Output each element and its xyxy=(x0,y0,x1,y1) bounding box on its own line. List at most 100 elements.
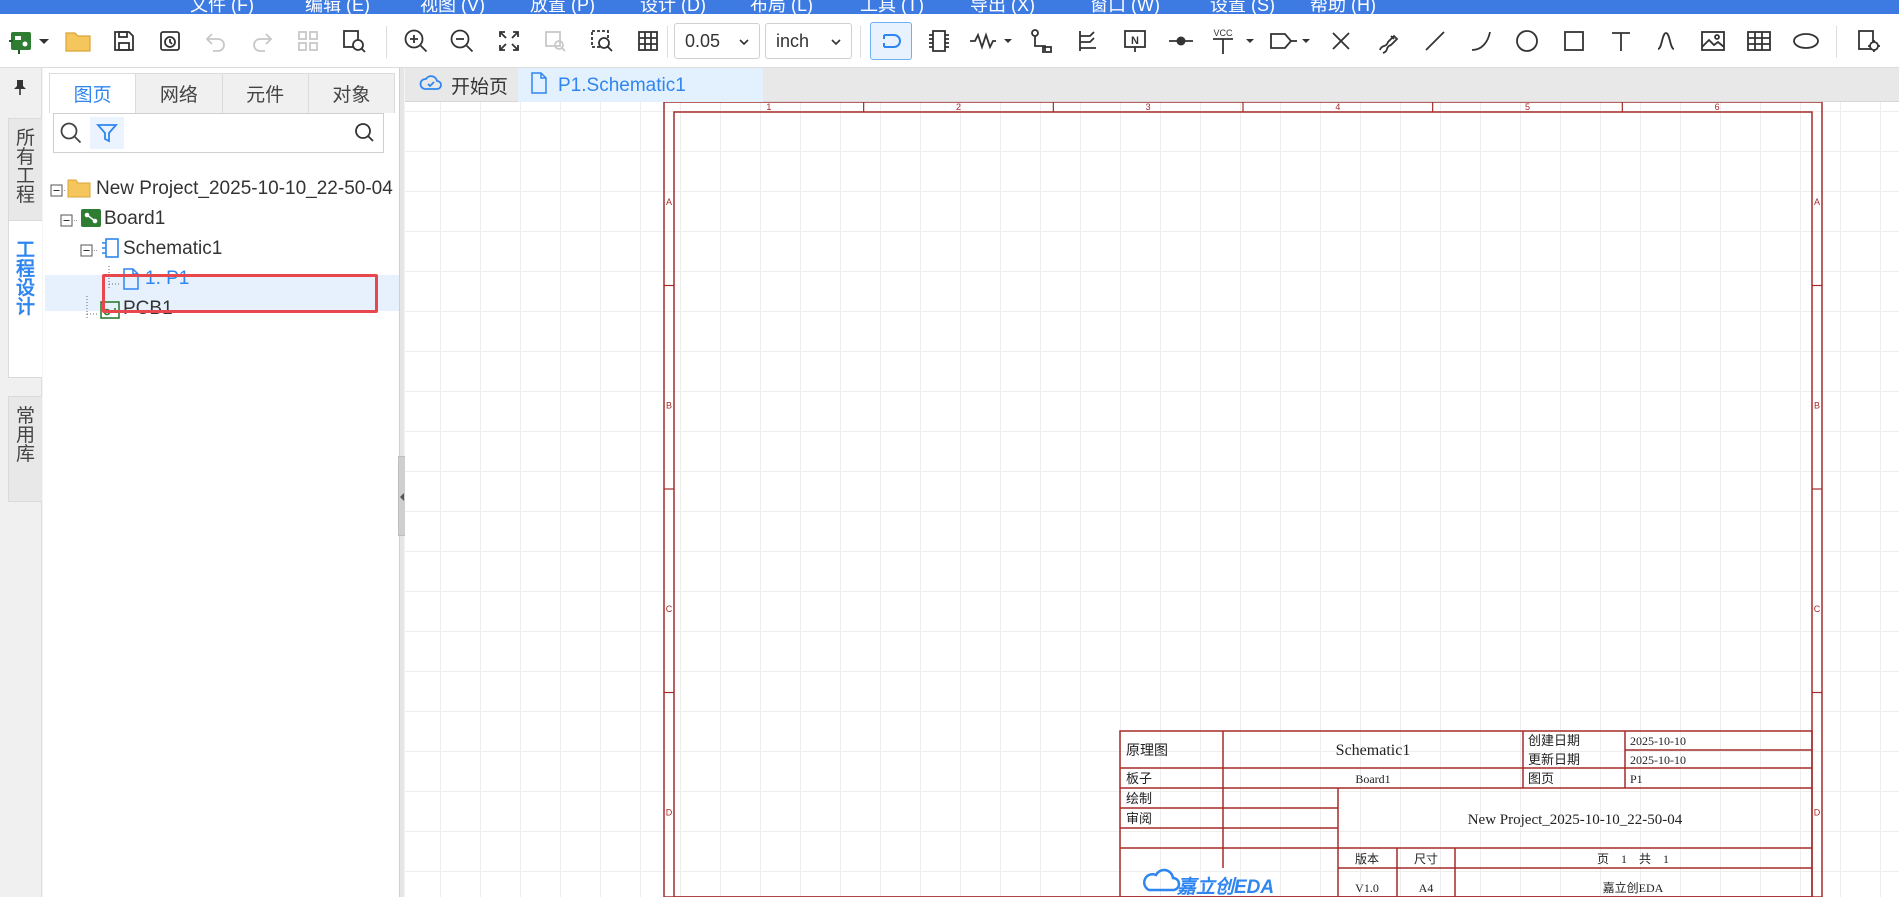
tree-label: New Project_2025-10-10_22-50-04 xyxy=(96,178,393,199)
port-icon[interactable] xyxy=(1266,22,1316,60)
area-zoom-icon[interactable] xyxy=(586,22,618,60)
circle-icon[interactable] xyxy=(1508,22,1546,60)
tab-objects[interactable]: 对象 xyxy=(308,74,394,113)
tab-pages[interactable]: 图页 xyxy=(50,74,137,113)
zoom-selection-icon[interactable] xyxy=(539,22,571,60)
ellipse-icon[interactable] xyxy=(1786,22,1826,60)
unit-select[interactable]: inch xyxy=(765,23,852,59)
tab-label: P1.Schematic1 xyxy=(558,75,686,96)
menu-item[interactable]: 布局 (L) xyxy=(750,0,813,14)
grid-icon[interactable] xyxy=(632,22,664,60)
tree-item-board[interactable]: Board1 xyxy=(59,206,359,238)
tab-start-page[interactable]: 开始页 xyxy=(411,68,521,102)
component-grid-icon[interactable] xyxy=(292,22,324,60)
zoom-in-icon[interactable] xyxy=(400,22,432,60)
jlc-logo: 嘉立创EDA xyxy=(1142,868,1274,897)
menu-item[interactable]: 设计 (D) xyxy=(640,0,706,14)
tb-version-label: 版本 xyxy=(1355,852,1379,866)
menu-item[interactable]: 文件 (F) xyxy=(190,0,254,14)
tab-p1-schematic1[interactable]: P1.Schematic1 xyxy=(518,68,763,102)
image-icon[interactable] xyxy=(1694,22,1732,60)
zone-row-label: C xyxy=(666,604,673,614)
tree-label: Schematic1 xyxy=(123,238,223,259)
table-icon[interactable] xyxy=(1740,22,1778,60)
menu-item[interactable]: 帮助 (H) xyxy=(1310,0,1376,14)
search-input[interactable] xyxy=(128,116,338,150)
zone-row-label: A xyxy=(666,197,672,207)
redo-icon[interactable] xyxy=(246,22,278,60)
vtab-all-projects[interactable]: 所有工程 xyxy=(8,118,42,230)
svg-text:嘉立创EDA: 嘉立创EDA xyxy=(1176,876,1274,897)
wire-icon[interactable] xyxy=(870,22,912,60)
tb-updated-label: 更新日期 xyxy=(1528,752,1580,767)
side-tab-bar: 所有工程 工程设计 常用库 xyxy=(0,68,42,897)
arc-icon[interactable] xyxy=(1462,22,1500,60)
menu-item[interactable]: 放置 (P) xyxy=(530,0,595,14)
bus-entry-icon[interactable] xyxy=(1070,22,1108,60)
pin-icon[interactable] xyxy=(12,78,28,101)
tb-version: V1.0 xyxy=(1355,881,1379,895)
search-icon[interactable] xyxy=(54,117,88,149)
vcc-icon[interactable]: VCC xyxy=(1208,22,1260,60)
tab-components[interactable]: 元件 xyxy=(222,74,309,113)
setting-icon[interactable] xyxy=(1850,22,1888,60)
board-icon xyxy=(80,208,102,234)
pen-icon[interactable] xyxy=(1370,22,1408,60)
component-icon[interactable] xyxy=(920,22,958,60)
zoom-out-icon[interactable] xyxy=(446,22,478,60)
grid-size-value: 0.05 xyxy=(685,30,721,51)
menu-item[interactable]: 设置 (S) xyxy=(1210,0,1275,14)
schematic-sheet: 1 2 3 4 5 6 A A B B C C D D 原理图 Schematic1 创建日期 2025… xyxy=(663,102,1823,897)
text-icon[interactable] xyxy=(1602,22,1640,60)
menu-item[interactable]: 视图 (V) xyxy=(420,0,485,14)
net-flag-icon[interactable]: N xyxy=(1116,22,1154,60)
tb-page-count: 页 1 共 1 xyxy=(1597,852,1669,866)
unit-value: inch xyxy=(776,30,810,51)
vtab-common-library[interactable]: 常用库 xyxy=(8,396,42,502)
vtab-label: 工程设计 xyxy=(15,240,35,318)
new-project-icon[interactable] xyxy=(4,22,54,60)
tb-size: A4 xyxy=(1419,881,1434,895)
grid-size-select[interactable]: 0.05 xyxy=(674,23,760,59)
tb-created-label: 创建日期 xyxy=(1528,733,1580,748)
tree-item-schematic[interactable]: Schematic1 xyxy=(79,236,359,268)
project-panel: 图页 网络 元件 对象 New Project_2025-10-10_22-50… xyxy=(43,68,399,897)
rectangle-icon[interactable] xyxy=(1555,22,1593,60)
menu-item[interactable]: 工具 (T) xyxy=(860,0,924,14)
vtab-label: 所有工程 xyxy=(15,128,35,206)
collapse-icon[interactable] xyxy=(79,243,97,265)
fit-icon[interactable] xyxy=(493,22,525,60)
menu-item[interactable]: 导出 (X) xyxy=(970,0,1035,14)
bezier-icon[interactable] xyxy=(1648,22,1686,60)
schematic-canvas[interactable]: 1 2 3 4 5 6 A A B B C C D D 原理图 Schematic1 创建日期 2025… xyxy=(405,102,1899,897)
chevron-down-icon xyxy=(737,33,751,54)
resistor-icon[interactable] xyxy=(966,22,1016,60)
tree-item-project[interactable]: New Project_2025-10-10_22-50-04 xyxy=(49,176,399,208)
svg-text:VCC: VCC xyxy=(1213,28,1233,38)
junction-icon[interactable] xyxy=(1162,22,1200,60)
menu-item[interactable]: 编辑 (E) xyxy=(305,0,370,14)
panel-splitter[interactable] xyxy=(398,68,406,897)
svg-text:N: N xyxy=(1131,35,1139,47)
undo-icon[interactable] xyxy=(200,22,232,60)
search-bar xyxy=(53,113,384,153)
zone-col-label: 1 xyxy=(766,102,771,112)
net-label-icon[interactable] xyxy=(1024,22,1062,60)
open-folder-icon[interactable] xyxy=(62,22,94,60)
search-icon[interactable] xyxy=(348,117,382,149)
page-icon xyxy=(530,72,548,100)
find-icon[interactable] xyxy=(338,22,370,60)
menu-item[interactable]: 窗口 (W) xyxy=(1090,0,1160,14)
schematic-icon xyxy=(99,237,121,265)
collapse-icon[interactable] xyxy=(59,213,77,235)
filter-icon[interactable] xyxy=(90,117,124,149)
save-icon[interactable] xyxy=(108,22,140,60)
line-icon[interactable] xyxy=(1416,22,1454,60)
history-icon[interactable] xyxy=(154,22,186,60)
tab-nets[interactable]: 网络 xyxy=(136,74,223,113)
no-connect-icon[interactable] xyxy=(1322,22,1360,60)
vtab-project-design[interactable]: 工程设计 xyxy=(8,220,42,378)
cloud-icon xyxy=(419,73,443,97)
collapse-icon[interactable] xyxy=(49,183,65,205)
zone-row-label: C xyxy=(1814,604,1821,614)
